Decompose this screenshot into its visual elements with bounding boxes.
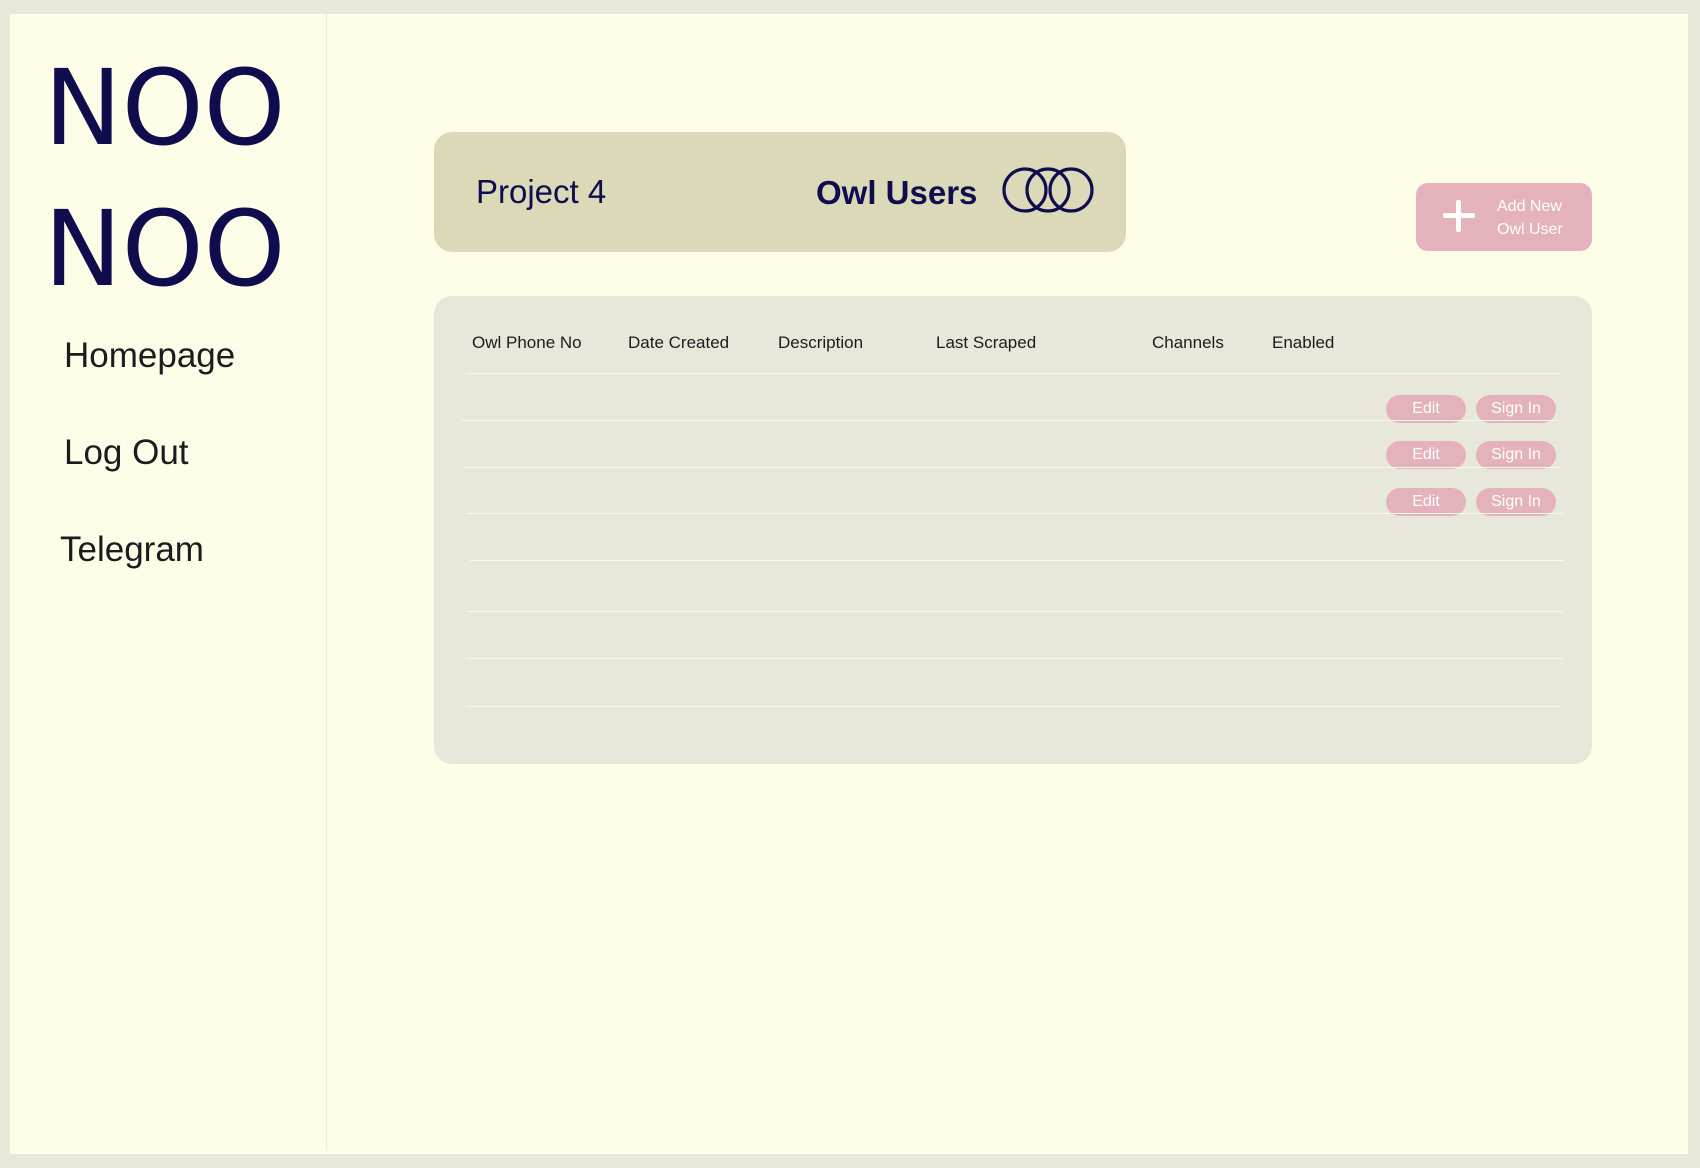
page-title: Owl Users — [816, 174, 978, 211]
nav-homepage[interactable]: Homepage — [64, 336, 235, 376]
logo-line-1: NOO — [44, 47, 286, 169]
column-header-enabled: Enabled — [1272, 333, 1335, 352]
sign-in-button[interactable]: Sign In — [1476, 441, 1556, 469]
add-button-label-line-2: Owl User — [1497, 221, 1563, 238]
plus-icon — [1442, 199, 1476, 233]
sidebar: NOO NOO Homepage Log Out Telegram — [10, 14, 327, 1150]
row-divider — [466, 513, 1563, 514]
project-name: Project 4 — [476, 173, 607, 210]
logo-line-2: NOO — [44, 188, 286, 310]
header-divider — [466, 373, 1561, 374]
row-divider — [466, 611, 1563, 612]
edit-button[interactable]: Edit — [1386, 441, 1466, 469]
column-header-description: Description — [778, 333, 864, 352]
sign-in-button[interactable]: Sign In — [1476, 395, 1556, 423]
edit-button[interactable]: Edit — [1386, 488, 1466, 516]
row-divider — [462, 420, 1559, 421]
three-rings-icon — [1002, 167, 1094, 213]
title-card: Project 4 Owl Users — [434, 132, 1126, 252]
sign-in-button[interactable]: Sign In — [1476, 488, 1556, 516]
row-divider — [470, 560, 1565, 561]
row-divider — [466, 658, 1563, 659]
edit-button[interactable]: Edit — [1386, 395, 1466, 423]
row-divider — [466, 706, 1561, 707]
nav-log-out[interactable]: Log Out — [64, 433, 189, 473]
column-header-channels: Channels — [1152, 333, 1224, 352]
add-new-owl-user-button[interactable]: Add New Owl User — [1416, 183, 1592, 251]
owl-users-table: Owl Phone No Date Created Description La… — [434, 296, 1592, 764]
app-frame: NOO NOO Homepage Log Out Telegram Projec… — [10, 14, 1688, 1154]
column-header-date-created: Date Created — [628, 333, 730, 352]
row-divider — [464, 467, 1561, 468]
nav-telegram[interactable]: Telegram — [60, 530, 204, 570]
add-button-label-line-1: Add New — [1497, 198, 1562, 215]
column-header-last-scraped: Last Scraped — [936, 333, 1037, 352]
add-button-label: Add New Owl User — [1497, 195, 1583, 241]
column-header-owl-phone-no: Owl Phone No — [472, 333, 582, 352]
